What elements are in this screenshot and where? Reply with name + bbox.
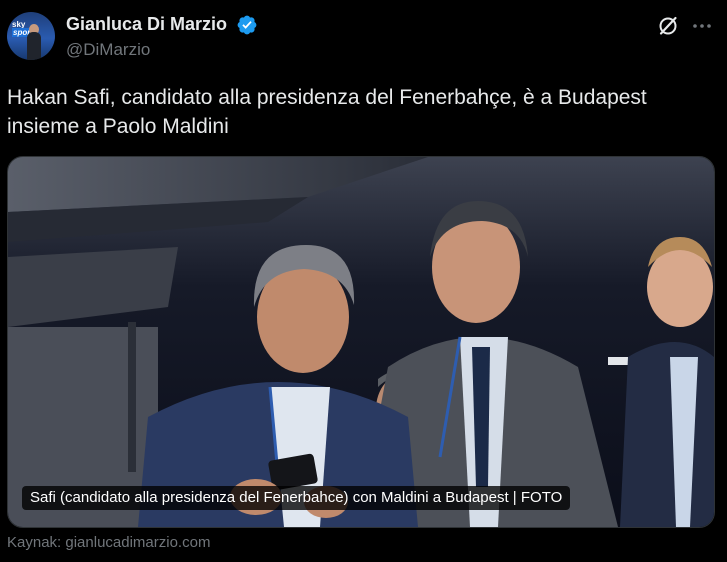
photo-caption: Safi (candidato alla presidenza del Fene… [22, 486, 571, 510]
verified-badge-icon[interactable] [236, 14, 258, 36]
source-domain-link[interactable]: gianlucadimarzio.com [65, 534, 210, 551]
avatar[interactable]: sky sport [7, 12, 55, 60]
card-source[interactable]: Kaynak: gianlucadimarzio.com [7, 534, 210, 551]
more-dots-icon[interactable] [690, 14, 714, 38]
author-handle[interactable]: @DiMarzio [66, 40, 150, 60]
author-name[interactable]: Gianluca Di Marzio [66, 14, 227, 35]
link-card-photo[interactable] [7, 156, 715, 528]
source-prefix: Kaynak: [7, 534, 62, 551]
avatar-person-body [27, 32, 41, 60]
photo-illustration [8, 157, 714, 527]
tweet-text-line-1: Hakan Safi, candidato alla presidenza de… [7, 86, 647, 109]
tweet-text: Hakan Safi, candidato alla presidenza de… [7, 83, 707, 141]
grok-icon[interactable] [656, 14, 680, 38]
tweet-text-line-2: insieme a Paolo Maldini [7, 115, 229, 138]
